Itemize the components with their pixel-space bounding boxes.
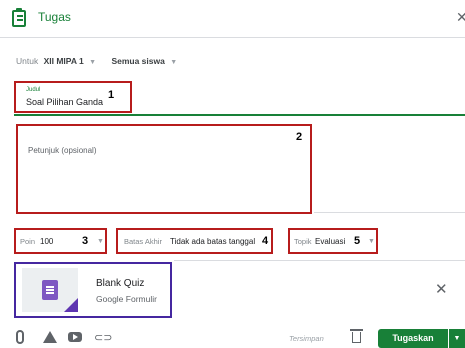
chevron-down-icon[interactable]: ▼ <box>368 238 375 245</box>
points-value[interactable]: 100 <box>40 237 53 246</box>
assign-button[interactable]: Tugaskan <box>378 329 448 348</box>
topic-value[interactable]: Evaluasi <box>315 237 345 246</box>
google-forms-icon <box>42 280 58 300</box>
chevron-down-icon[interactable]: ▼ <box>97 238 104 245</box>
for-row: Untuk XII MIPA 1 ▼ Semua siswa ▼ <box>16 56 187 66</box>
remove-attachment-icon[interactable]: ✕ <box>435 280 448 298</box>
assign-dropdown-button[interactable]: ▼ <box>449 329 465 348</box>
annotation-number-4: 4 <box>262 235 269 247</box>
paperclip-icon[interactable] <box>16 330 24 344</box>
students-select[interactable]: Semua siswa <box>111 56 164 66</box>
annotation-number-1: 1 <box>108 89 115 101</box>
points-select[interactable]: Poin 100 3 ▼ <box>14 228 107 254</box>
attachment-type: Google Formulir <box>96 294 157 304</box>
due-value[interactable]: Tidak ada batas tanggal <box>170 237 255 246</box>
page-title: Tugas <box>38 10 71 24</box>
youtube-icon[interactable] <box>68 332 82 342</box>
instructions-placeholder[interactable]: Petunjuk (opsional) <box>28 146 96 155</box>
due-date-select[interactable]: Batas Akhir Tidak ada batas tanggal 4 <box>116 228 273 254</box>
attachment-thumbnail[interactable] <box>22 268 78 312</box>
annotation-number-5: 5 <box>354 235 361 247</box>
for-label: Untuk <box>16 56 39 66</box>
class-select[interactable]: XII MIPA 1 <box>44 56 84 66</box>
title-underline <box>14 114 465 116</box>
points-label: Poin <box>20 237 36 246</box>
link-icon[interactable]: ⊂⊃ <box>94 331 112 344</box>
bottom-toolbar: ⊂⊃ Tersimpan Tugaskan ▼ <box>0 326 465 348</box>
chevron-down-icon[interactable]: ▼ <box>89 59 96 66</box>
thumbnail-corner <box>64 298 78 312</box>
topic-select[interactable]: Topik Evaluasi 5 ▼ <box>288 228 378 254</box>
attachment-name[interactable]: Blank Quiz <box>96 278 144 289</box>
topic-label: Topik <box>294 237 312 246</box>
title-field-value[interactable]: Soal Pilihan Ganda <box>26 97 103 107</box>
title-field[interactable]: Judul Soal Pilihan Ganda <box>14 81 132 113</box>
divider <box>314 212 465 213</box>
header-bar: Tugas ✕ <box>0 0 465 38</box>
due-label: Batas Akhir <box>124 237 162 246</box>
divider <box>174 260 465 261</box>
chevron-down-icon[interactable]: ▼ <box>170 59 177 66</box>
trash-icon[interactable] <box>350 329 363 343</box>
close-icon[interactable]: ✕ <box>456 9 465 26</box>
saved-status: Tersimpan <box>289 334 324 343</box>
instructions-field[interactable]: Petunjuk (opsional) <box>16 124 312 214</box>
drive-icon[interactable] <box>43 331 57 343</box>
title-field-label: Judul <box>26 87 41 93</box>
attachment-card[interactable]: Blank Quiz Google Formulir <box>14 262 172 318</box>
assignment-icon <box>12 8 26 27</box>
annotation-number-3: 3 <box>82 235 89 247</box>
annotation-number-2: 2 <box>296 131 303 143</box>
